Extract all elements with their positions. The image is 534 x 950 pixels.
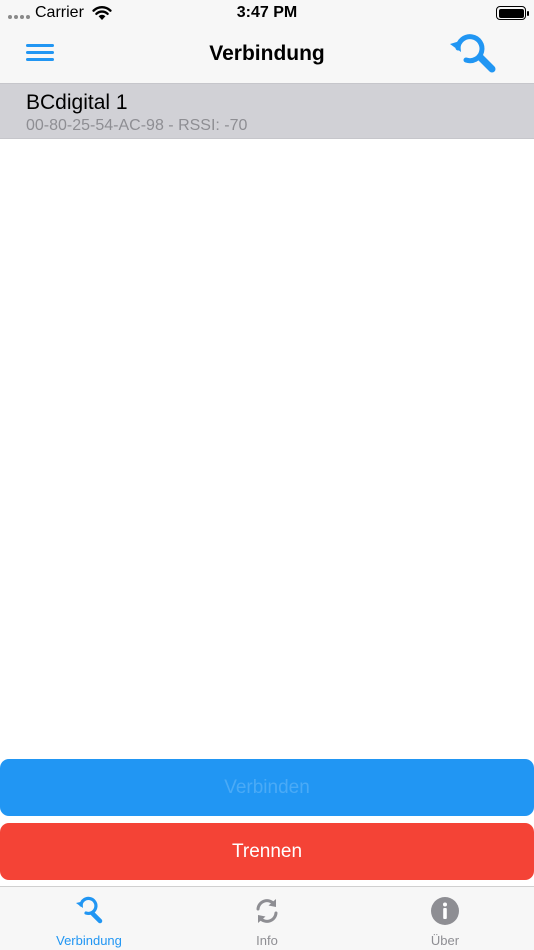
device-row[interactable]: BCdigital 1 00-80-25-54-AC-98 - RSSI: -7… bbox=[0, 83, 534, 139]
tab-verbindung[interactable]: Verbindung bbox=[0, 887, 178, 950]
tab-info[interactable]: Info bbox=[178, 887, 356, 950]
tab-label: Info bbox=[256, 933, 278, 948]
device-detail: 00-80-25-54-AC-98 - RSSI: -70 bbox=[26, 117, 248, 134]
refresh-search-icon bbox=[450, 34, 496, 73]
navigation-bar: Verbindung bbox=[0, 26, 534, 83]
tab-bar: Verbindung Info Über bbox=[0, 886, 534, 950]
info-icon bbox=[431, 897, 459, 925]
disconnect-button[interactable]: Trennen bbox=[0, 823, 534, 880]
status-bar: Carrier 3:47 PM bbox=[0, 0, 534, 26]
tab-label: Verbindung bbox=[56, 933, 122, 948]
clock: 3:47 PM bbox=[236, 4, 298, 21]
tab-uber[interactable]: Über bbox=[356, 887, 534, 950]
device-list: BCdigital 1 00-80-25-54-AC-98 - RSSI: -7… bbox=[0, 83, 534, 753]
tab-label: Über bbox=[430, 933, 460, 948]
device-name: BCdigital 1 bbox=[26, 91, 128, 114]
connect-button[interactable]: Verbinden bbox=[0, 759, 534, 816]
battery-icon bbox=[496, 6, 529, 20]
sync-icon bbox=[256, 899, 278, 923]
search-icon bbox=[76, 896, 103, 924]
scan-button[interactable] bbox=[446, 30, 502, 78]
